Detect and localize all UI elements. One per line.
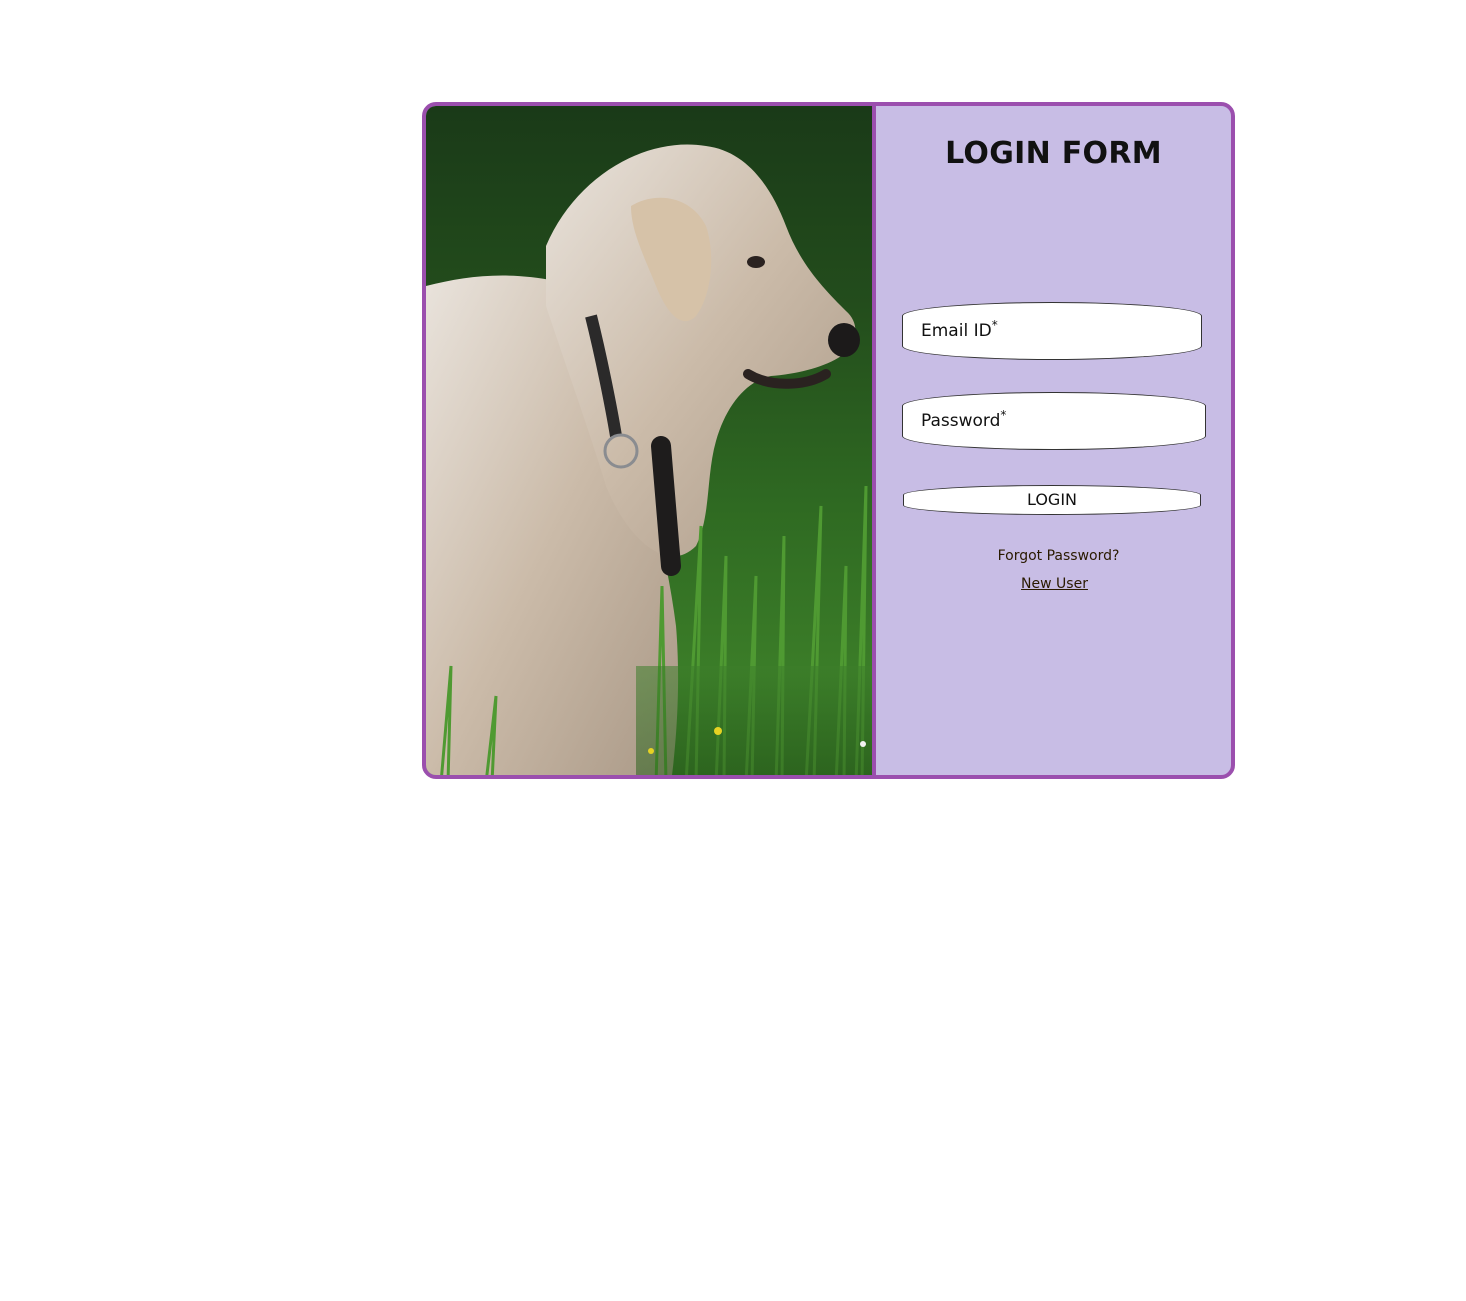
password-field[interactable]: Password * [902, 392, 1206, 450]
dog-illustration [426, 144, 872, 775]
forgot-password-link[interactable]: Forgot Password? [886, 548, 1231, 564]
login-card: LOGIN FORM Email ID * Password * LOGIN For… [422, 102, 1235, 779]
new-user-link[interactable]: New User [878, 576, 1231, 592]
email-field[interactable]: Email ID * [902, 302, 1202, 360]
email-label: Email ID [921, 321, 992, 341]
login-form: LOGIN FORM Email ID * Password * LOGIN For… [876, 106, 1231, 775]
required-mark: * [991, 318, 998, 332]
password-label: Password [921, 411, 1001, 431]
dog-photo [426, 106, 876, 775]
required-mark: * [1000, 408, 1007, 422]
page-title: LOGIN FORM [945, 136, 1162, 171]
login-button[interactable]: LOGIN [903, 485, 1201, 515]
